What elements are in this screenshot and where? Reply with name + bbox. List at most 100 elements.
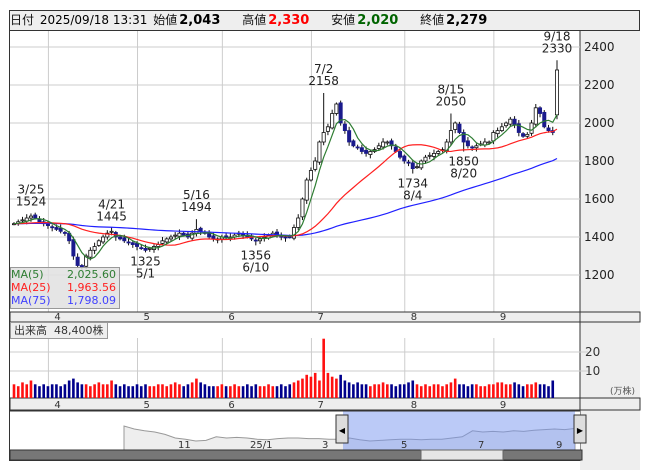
stock-chart[interactable]: 24002200200018001600140012004 5 6 7 8 94 5 6 7 8 9… (0, 0, 653, 470)
volume-bar (288, 384, 292, 398)
volume-bar (479, 386, 482, 398)
navigator-label: 25/1 (250, 440, 272, 451)
volume-bar (305, 374, 309, 398)
volume-bar (436, 384, 440, 398)
volume-bar (139, 386, 143, 398)
volume-bar (500, 382, 504, 398)
volume-bar (241, 386, 245, 398)
volume-bar (551, 380, 555, 398)
candle-body (139, 247, 144, 250)
volume-bar (127, 386, 130, 398)
candle-body (130, 242, 135, 245)
candle-body (317, 141, 322, 163)
volume-bar (233, 384, 236, 398)
volume-bar (466, 386, 470, 398)
candle-body (313, 160, 318, 170)
volume-bar (59, 386, 62, 398)
candle-body (529, 122, 534, 134)
volume-bar (122, 384, 126, 398)
volume-bar (517, 384, 521, 398)
volume-bar (364, 384, 368, 398)
volume-bar (220, 384, 224, 398)
ma25-value: 1,963.56 (67, 281, 116, 294)
navigator-left-arrow-icon: ◀ (339, 426, 346, 435)
candle-body (402, 155, 407, 162)
ma-legend: MA(5) 2,025.60 MA(25) 1,963.56 MA(75) 1,798… (10, 267, 120, 309)
candle-body (308, 170, 313, 181)
axis-corner (579, 311, 641, 323)
candle-body (92, 246, 97, 251)
navigator-label: 11 (178, 440, 191, 451)
candle-body (410, 162, 415, 169)
candle-body (334, 103, 339, 114)
volume-bar (12, 384, 16, 398)
candle-body (71, 239, 76, 257)
candle-body (533, 107, 538, 125)
volume-bar (343, 380, 347, 398)
candle-body (321, 132, 326, 143)
volume-bar (453, 378, 457, 398)
volume-bar (161, 384, 164, 398)
month-label: 8 (411, 400, 417, 411)
volume-bar (352, 384, 355, 398)
volume-bar (93, 384, 96, 398)
volume-bar (377, 384, 381, 398)
candle-body (381, 141, 386, 148)
volume-bar (419, 386, 423, 398)
candle-body (359, 147, 364, 152)
volume-bar (16, 386, 20, 398)
volume-bar (487, 384, 491, 398)
volume-bar (542, 384, 546, 398)
volume-bar (398, 384, 402, 398)
volume-bar (131, 386, 135, 398)
candle-body (258, 238, 263, 242)
candle-body (304, 179, 309, 201)
navigator-label: 9 (556, 440, 562, 451)
candle-body (364, 149, 369, 154)
candle-body (109, 230, 114, 233)
candle-body (88, 249, 93, 258)
scrollbar-thumb[interactable] (420, 449, 504, 461)
candle-body (474, 145, 479, 149)
volume-bar (275, 386, 279, 398)
volume-bar (246, 384, 249, 398)
volume-bar (21, 382, 24, 398)
volume-bar (101, 384, 105, 398)
volume-bar (356, 382, 359, 398)
navigator-selection (343, 411, 575, 450)
y-tick-label: 1200 (584, 268, 615, 282)
candle-body (431, 152, 436, 157)
volume-bar (326, 372, 330, 398)
volume-bar (373, 384, 376, 398)
volume-value: 48,400株 (54, 324, 104, 337)
volume-bar (475, 384, 478, 398)
candle-body (173, 234, 178, 237)
volume-bar (509, 384, 512, 398)
candle-body (160, 240, 165, 244)
candle-body (542, 111, 547, 128)
volume-bar (84, 384, 88, 398)
ma75-value: 1,798.09 (67, 294, 116, 307)
candle-body (398, 151, 403, 158)
candle-body (101, 236, 106, 243)
candle-body (75, 256, 80, 266)
candle-body (504, 122, 509, 127)
candle-body (330, 113, 335, 129)
volume-bar (402, 384, 406, 398)
month-label: 4 (54, 400, 60, 411)
volume-bar (55, 384, 58, 398)
annotation-label: 2158 (308, 74, 339, 88)
navigator-label: 3 (322, 440, 328, 451)
candle-body (54, 227, 59, 230)
volume-bar (458, 384, 461, 398)
candle-body (211, 235, 216, 240)
candle-body (168, 236, 173, 240)
candle-body (555, 69, 560, 116)
volume-bar (424, 384, 427, 398)
candle-body (122, 237, 127, 242)
volume-bar (199, 382, 202, 398)
candle-body (491, 132, 496, 142)
volume-bar (118, 386, 122, 398)
volume-bar (229, 386, 232, 398)
volume-bar (165, 386, 169, 398)
